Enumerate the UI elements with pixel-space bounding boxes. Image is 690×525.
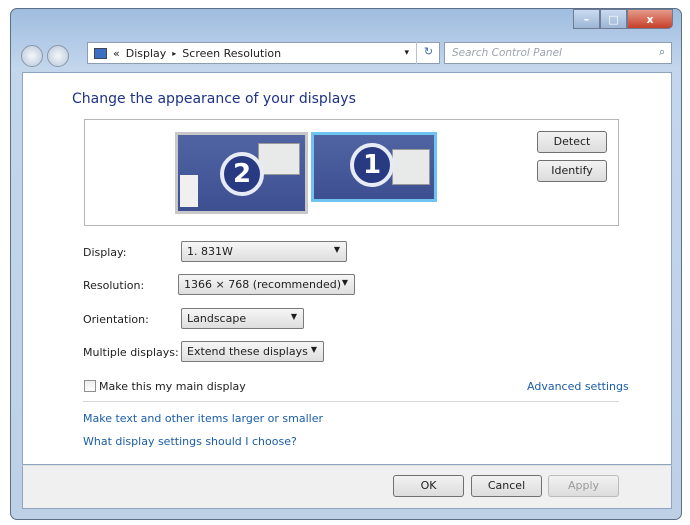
detect-button[interactable]: Detect (537, 131, 607, 153)
page-title: Change the appearance of your displays (72, 91, 356, 107)
forward-button[interactable] (47, 45, 69, 67)
breadcrumb-overflow[interactable]: « (113, 47, 120, 60)
cancel-button[interactable]: Cancel (471, 475, 542, 497)
multiple-displays-label: Multiple displays: (83, 346, 179, 359)
chevron-down-icon: ▼ (341, 278, 348, 287)
minimize-button[interactable]: – (573, 9, 600, 29)
apply-button[interactable]: Apply (548, 475, 619, 497)
identify-button[interactable]: Identify (537, 160, 607, 182)
breadcrumb-separator-icon[interactable]: ▸ (172, 49, 176, 58)
main-display-checkbox[interactable] (84, 380, 96, 392)
address-bar[interactable]: « Display ▸ Screen Resolution ▾ (87, 42, 440, 64)
display-arrangement: 2 1 Detect Identify (84, 119, 619, 226)
start-menu-icon (180, 175, 198, 207)
monitor-2[interactable]: 2 (175, 132, 308, 214)
search-icon[interactable]: ⌕ (659, 46, 665, 59)
text-size-link[interactable]: Make text and other items larger or smal… (83, 412, 323, 425)
display-value: 1. 831W (187, 245, 233, 258)
main-display-label[interactable]: Make this my main display (99, 380, 246, 393)
display-label: Display: (83, 246, 127, 259)
ok-button[interactable]: OK (393, 475, 464, 497)
orientation-value: Landscape (187, 312, 247, 325)
multiple-displays-value: Extend these displays (187, 345, 308, 358)
back-button[interactable] (21, 45, 43, 67)
monitor-1[interactable]: 1 (311, 132, 437, 202)
multiple-displays-select[interactable]: Extend these displays ▼ (181, 341, 324, 362)
divider (83, 401, 619, 402)
window-thumbnail-icon (258, 143, 300, 175)
maximize-button[interactable]: □ (600, 9, 627, 29)
monitor-2-badge: 2 (220, 152, 264, 196)
display-select[interactable]: 1. 831W ▼ (181, 241, 347, 262)
window-grid-icon (392, 149, 430, 185)
resolution-select[interactable]: 1366 × 768 (recommended) ▼ (178, 274, 355, 295)
monitor-1-badge: 1 (350, 143, 394, 187)
search-input[interactable]: Search Control Panel ⌕ (444, 42, 672, 64)
monitor-icon (94, 47, 107, 59)
close-button[interactable]: x (627, 9, 673, 29)
chevron-down-icon: ▼ (310, 345, 317, 354)
breadcrumb-display[interactable]: Display (126, 47, 167, 60)
resolution-label: Resolution: (83, 279, 145, 292)
breadcrumb-screen-resolution[interactable]: Screen Resolution (182, 47, 281, 60)
refresh-button[interactable]: ↻ (416, 42, 440, 64)
advanced-settings-link[interactable]: Advanced settings (527, 380, 629, 393)
chevron-down-icon: ▼ (290, 312, 297, 321)
display-help-link[interactable]: What display settings should I choose? (83, 435, 297, 448)
search-placeholder: Search Control Panel (452, 47, 562, 59)
address-dropdown-icon[interactable]: ▾ (404, 48, 409, 58)
orientation-label: Orientation: (83, 313, 149, 326)
orientation-select[interactable]: Landscape ▼ (181, 308, 304, 329)
chevron-down-icon: ▼ (333, 245, 340, 254)
resolution-value: 1366 × 768 (recommended) (184, 278, 342, 291)
